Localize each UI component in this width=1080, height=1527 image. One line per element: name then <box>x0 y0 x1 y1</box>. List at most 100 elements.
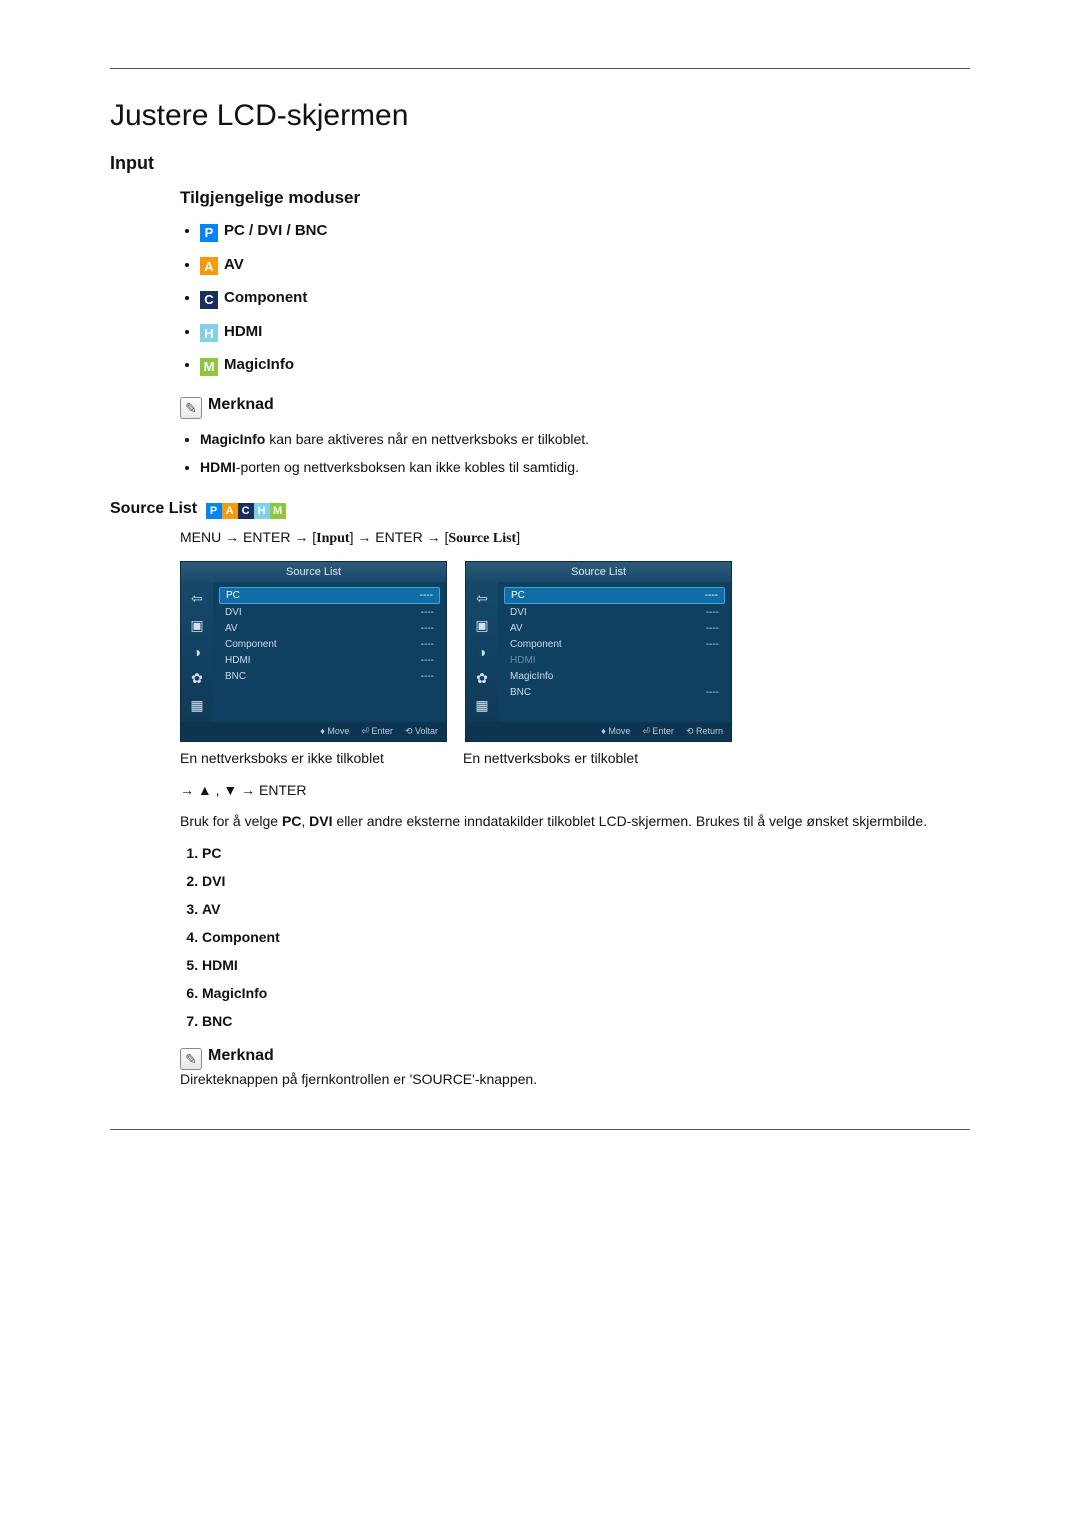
osd-row-value: ---- <box>421 623 434 634</box>
note-bold: MagicInfo <box>200 431 265 447</box>
m-icon: M <box>200 358 218 376</box>
page: Justere LCD-skjermen Input Tilgjengelige… <box>0 0 1080 1198</box>
list-item: AV <box>202 901 970 917</box>
note-label: Merknad <box>208 1047 274 1064</box>
osd-row: PC ---- <box>504 587 725 604</box>
list-item: PC <box>202 845 970 861</box>
osd-sidebar-icons: ⇦▣◑✿▦ <box>181 582 213 722</box>
osd-row: AV ---- <box>504 621 725 636</box>
page-title: Justere LCD-skjermen <box>110 99 970 133</box>
osd-row-label: Component <box>510 639 562 650</box>
osd-footer-item: ♦ Move <box>601 726 630 737</box>
mode-label: PC / DVI / BNC <box>224 222 327 239</box>
caption-1: En nettverksboks er ikke tilkoblet <box>180 750 445 766</box>
osd-title: Source List <box>466 562 731 582</box>
osd-row: BNC---- <box>219 669 440 684</box>
note-bold: HDMI <box>200 459 236 475</box>
path-bold: Input <box>316 531 349 546</box>
menu-path: MENU → ENTER → [Input] → ENTER → [Source… <box>180 529 970 547</box>
modes-heading: Tilgjengelige moduser <box>180 188 970 208</box>
osd-row: DVI---- <box>219 605 440 620</box>
h-icon: H <box>200 324 218 342</box>
source-list-heading: Source List PACHM <box>110 499 970 519</box>
multi-icon: ▦ <box>475 697 488 714</box>
c-icon: C <box>200 291 218 309</box>
captions: En nettverksboks er ikke tilkoblet En ne… <box>180 750 970 766</box>
body-part: , <box>301 813 309 829</box>
osd-row-value: ---- <box>705 590 718 601</box>
osd-footer-item: ⏎ Enter <box>361 726 393 737</box>
mode-label: Component <box>224 289 307 306</box>
osd-row-value: ---- <box>421 655 434 666</box>
list-item: MagicInfo <box>202 985 970 1001</box>
osd-list: PC----DVI----AV----Component----HDMIMagi… <box>498 582 731 722</box>
input-icon: ⇦ <box>191 590 203 607</box>
osd-row-value: ---- <box>706 687 719 698</box>
path-text: ] <box>516 529 520 545</box>
body-part: Bruk for å velge <box>180 813 282 829</box>
m-icon: M <box>270 503 286 519</box>
list-item: DVI <box>202 873 970 889</box>
osd-footer: ♦ Move⏎ Enter⟲ Return <box>466 722 731 741</box>
osd-row-label: AV <box>225 623 238 634</box>
osd-row: Component---- <box>219 637 440 652</box>
osd-row-label: HDMI <box>225 655 251 666</box>
osd-row-value: ---- <box>421 607 434 618</box>
osd-row-label: PC <box>511 590 525 601</box>
osd-panel-2: Source List ⇦▣◑✿▦ PC----DVI----AV----Com… <box>465 561 732 742</box>
osd-row-label: BNC <box>225 671 246 682</box>
osd-footer-item: ⟲ Return <box>686 726 723 737</box>
bottom-rule <box>110 1129 970 1130</box>
osd-title: Source List <box>181 562 446 582</box>
section-input-heading: Input <box>110 153 970 174</box>
setup-icon: ✿ <box>191 670 203 687</box>
c-icon: C <box>238 503 254 519</box>
source-list-label: Source List <box>110 500 197 517</box>
notes-list: MagicInfo kan bare aktiveres når en nett… <box>180 431 970 475</box>
multi-icon: ▦ <box>190 697 203 714</box>
osd-row: HDMI ---- <box>219 653 440 668</box>
screenshots: Source List ⇦▣◑✿▦ PC----DVI----AV----Com… <box>180 561 970 742</box>
setup-icon: ✿ <box>476 670 488 687</box>
note-text: Direkteknappen på fjernkontrollen er 'SO… <box>180 1070 970 1089</box>
p-icon: P <box>200 224 218 242</box>
note-item: MagicInfo kan bare aktiveres når en nett… <box>200 431 970 447</box>
body-bold: PC <box>282 813 301 829</box>
osd-row: HDMI <box>504 653 725 668</box>
note-text: -porten og nettverksboksen kan ikke kobl… <box>236 459 579 475</box>
mode-item: AAV <box>200 256 970 276</box>
osd-row: AV ---- <box>219 621 440 636</box>
p-icon: P <box>206 503 222 519</box>
list-item: HDMI <box>202 957 970 973</box>
osd-row-label: AV <box>510 623 523 634</box>
body-part: eller andre eksterne inndatakilder tilko… <box>333 813 927 829</box>
osd-row: BNC ---- <box>504 685 725 700</box>
list-item: Component <box>202 929 970 945</box>
mode-item: P PC / DVI / BNC <box>200 222 970 242</box>
mode-label: HDMI <box>224 323 262 340</box>
path-text: ] → ENTER → [ <box>350 529 449 545</box>
osd-row-value: ---- <box>706 623 719 634</box>
path-text: MENU → ENTER → [ <box>180 529 316 545</box>
osd-row-value: ---- <box>420 590 433 601</box>
mode-label: AV <box>224 256 244 273</box>
pencil-icon: ✎ <box>180 1048 202 1070</box>
mode-item: H HDMI <box>200 323 970 343</box>
note-label: Merknad <box>208 396 274 413</box>
osd-footer-item: ♦ Move <box>320 726 349 737</box>
osd-sidebar-icons: ⇦▣◑✿▦ <box>466 582 498 722</box>
path-bold: Source List <box>448 531 516 546</box>
osd-row-value: ---- <box>706 607 719 618</box>
osd-footer: ♦ Move⏎ Enter⟲ Voltar <box>181 722 446 741</box>
top-rule <box>110 68 970 69</box>
sound-icon: ◑ <box>193 644 201 660</box>
osd-panel-1: Source List ⇦▣◑✿▦ PC----DVI----AV----Com… <box>180 561 447 742</box>
list-item: BNC <box>202 1013 970 1029</box>
osd-row-label: BNC <box>510 687 531 698</box>
pencil-icon: ✎ <box>180 397 202 419</box>
numbered-list: PC DVI AV Component HDMI MagicInfo BNC <box>180 845 970 1029</box>
nav-line: → ▲ , ▼ → ENTER <box>180 782 970 798</box>
note-text: kan bare aktiveres når en nettverksboks … <box>265 431 589 447</box>
osd-row: PC---- <box>219 587 440 604</box>
body-bold: DVI <box>309 813 332 829</box>
